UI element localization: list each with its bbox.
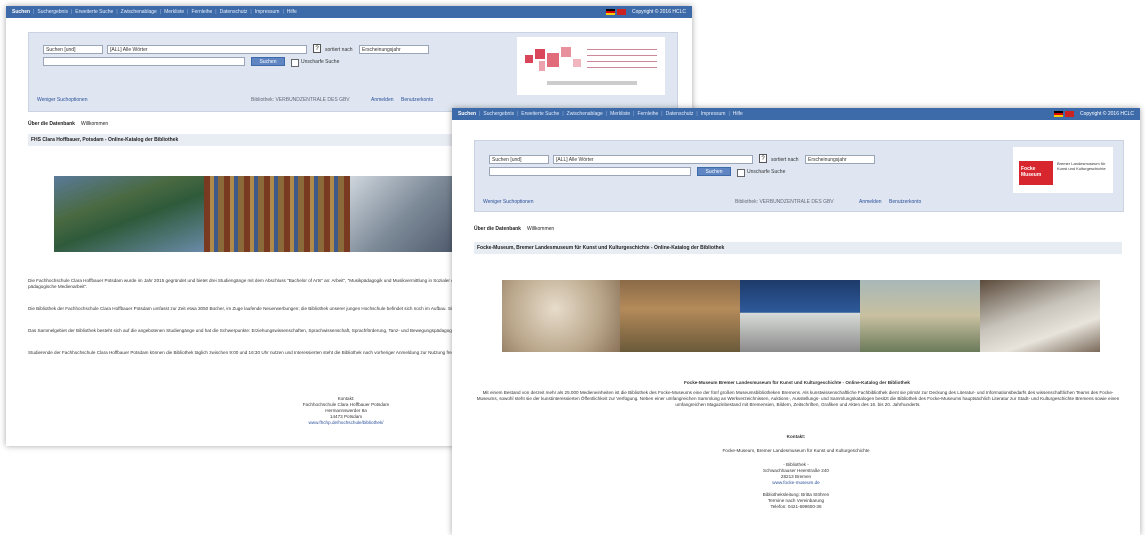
nav-item-help[interactable]: Hilfe	[733, 111, 743, 117]
english-flag-icon[interactable]	[617, 9, 626, 15]
fuzzy-search-label: Unscharfe Suche	[301, 59, 340, 65]
search-submit-button[interactable]: Suchen	[697, 167, 731, 176]
nav-item-watchlist[interactable]: Merkliste	[610, 111, 630, 117]
banner-sculpture-photo	[502, 280, 620, 352]
contact-block: Kontakt: Focke-Museum, Bremer Landesmuse…	[646, 434, 946, 510]
catalog-window-focke: Suchen | Suchergebnis | Erweiterte Suche | …	[452, 108, 1140, 535]
tab-about-database[interactable]: Über die Datenbank	[474, 226, 521, 232]
fhs-logo-lettering	[587, 49, 657, 69]
catalog-heading: Focke-Museum, Bremer Landesmuseum für Ku…	[474, 242, 1122, 254]
fuzzy-search-label: Unscharfe Suche	[747, 169, 786, 175]
nav-item-help[interactable]: Hilfe	[287, 9, 297, 15]
search-field-select[interactable]: [ALL] Alle Wörter	[107, 45, 307, 54]
english-flag-icon[interactable]	[1065, 111, 1074, 117]
nav-item-search[interactable]: Suchen	[12, 9, 30, 15]
fewer-options-link[interactable]: Weniger Suchoptionen	[37, 97, 88, 103]
help-icon[interactable]: ?	[313, 44, 321, 53]
focke-logo-subtitle: Bremer Landesmuseum für Kunst und Kultur…	[1057, 161, 1106, 171]
intro-paragraph: Mit einem Bestand von derzeit mehr als 2…	[476, 390, 1120, 407]
nav-item-clipboard[interactable]: Zwischenablage	[121, 9, 157, 15]
nav-item-watchlist[interactable]: Merkliste	[164, 9, 184, 15]
tab-welcome[interactable]: Willkommen	[527, 226, 554, 232]
contact-label: Kontakt:	[786, 434, 806, 439]
library-status-text: Bibliothek: VERBUNDZENTRALE DES GBV	[251, 97, 350, 103]
fhs-logo	[517, 37, 665, 95]
nav-item-privacy[interactable]: Datenschutz	[220, 9, 248, 15]
sort-label: sortiert nach	[771, 157, 799, 163]
banner-classroom-photo	[350, 176, 464, 252]
search-input[interactable]	[43, 57, 245, 66]
account-link[interactable]: Benutzerkonto	[401, 97, 433, 103]
nav-item-interlibrary-loan[interactable]: Fernleihe	[191, 9, 212, 15]
contact-block: Kontakt: Fachhochschule Clara Hoffbauer …	[256, 396, 436, 426]
banner-image	[502, 280, 1100, 352]
nav-item-results[interactable]: Suchergebnis	[483, 111, 514, 117]
banner-painting-photo	[620, 280, 740, 352]
sort-select[interactable]: Erscheinungsjahr	[805, 155, 875, 164]
search-field-select[interactable]: [ALL] Alle Wörter	[553, 155, 753, 164]
copyright-text: Copyright © 2016 HCLC	[632, 9, 686, 15]
search-mode-select[interactable]: Suchen [und]	[489, 155, 549, 164]
nav-item-search[interactable]: Suchen	[458, 111, 476, 117]
sort-label: sortiert nach	[325, 47, 353, 53]
focke-logo-mark: Focke Museum	[1019, 161, 1053, 185]
focke-museum-logo: Focke Museum Bremer Landesmuseum für Kun…	[1013, 147, 1113, 193]
login-link[interactable]: Anmelden	[371, 97, 394, 103]
banner-landscape-photo	[54, 176, 204, 252]
tab-about-database[interactable]: Über die Datenbank	[28, 121, 75, 127]
nav-item-clipboard[interactable]: Zwischenablage	[567, 111, 603, 117]
fewer-options-link[interactable]: Weniger Suchoptionen	[483, 199, 534, 205]
account-link[interactable]: Benutzerkonto	[889, 199, 921, 205]
nav-item-results[interactable]: Suchergebnis	[37, 9, 68, 15]
tab-welcome[interactable]: Willkommen	[81, 121, 108, 127]
nav-item-privacy[interactable]: Datenschutz	[666, 111, 694, 117]
contact-org: Focke-Museum, Bremer Landesmuseum für Ku…	[722, 448, 870, 453]
top-navigation-bar: Suchen | Suchergebnis | Erweiterte Suche | …	[6, 6, 692, 18]
copyright-text: Copyright © 2016 HCLC	[1080, 111, 1134, 117]
search-mode-select[interactable]: Suchen [und]	[43, 45, 103, 54]
fuzzy-search-checkbox[interactable]	[737, 169, 745, 177]
nav-item-advanced-search[interactable]: Erweiterte Suche	[521, 111, 559, 117]
contact-phone: Telefon: 0421-699600-36	[770, 504, 822, 509]
search-panel: Suchen [und] [ALL] Alle Wörter ? sortier…	[28, 32, 678, 112]
nav-item-imprint[interactable]: Impressum	[255, 9, 280, 15]
search-input[interactable]	[489, 167, 691, 176]
nav-item-imprint[interactable]: Impressum	[701, 111, 726, 117]
banner-building-photo	[740, 280, 860, 352]
search-submit-button[interactable]: Suchen	[251, 57, 285, 66]
banner-bookshelf-photo	[204, 176, 350, 252]
banner-cityscape-photo	[860, 280, 980, 352]
catalog-title-center: Focke-Museum Bremer Landesmuseum für Kun…	[684, 380, 910, 385]
search-panel: Suchen [und] [ALL] Alle Wörter ? sortier…	[474, 140, 1124, 212]
banner-car-photo	[980, 280, 1100, 352]
nav-item-interlibrary-loan[interactable]: Fernleihe	[637, 111, 658, 117]
contact-website-link[interactable]: www.fhchp.de/hochschule/bibliothek/	[256, 420, 436, 426]
contact-website-link[interactable]: www.focke-museum.de	[646, 480, 946, 486]
help-icon[interactable]: ?	[759, 154, 767, 163]
top-navigation-bar: Suchen | Suchergebnis | Erweiterte Suche | …	[452, 108, 1140, 120]
info-tabs: Über die Datenbank Willkommen	[474, 224, 1122, 234]
banner-image	[54, 176, 464, 252]
library-status-text: Bibliothek: VERBUNDZENTRALE DES GBV	[735, 199, 834, 205]
fhs-logo-caption	[547, 81, 637, 85]
login-link[interactable]: Anmelden	[859, 199, 882, 205]
german-flag-icon[interactable]	[606, 9, 615, 15]
german-flag-icon[interactable]	[1054, 111, 1063, 117]
nav-item-advanced-search[interactable]: Erweiterte Suche	[75, 9, 113, 15]
fuzzy-search-checkbox[interactable]	[291, 59, 299, 67]
sort-select[interactable]: Erscheinungsjahr	[359, 45, 429, 54]
